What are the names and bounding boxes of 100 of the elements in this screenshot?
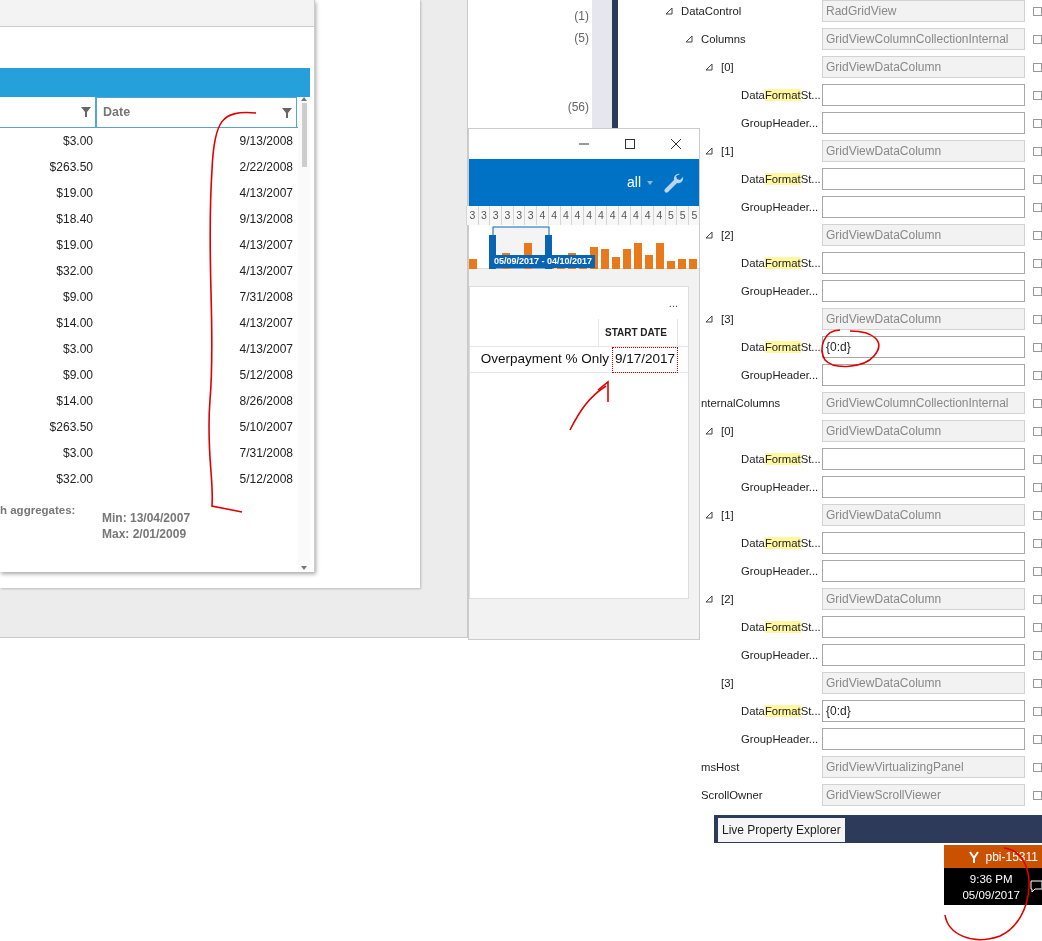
value-field[interactable] <box>822 252 1025 274</box>
value-field[interactable]: {0:d} <box>822 700 1025 722</box>
table-cell[interactable]: Overpayment % Only <box>477 346 612 373</box>
checkbox-icon[interactable] <box>1033 762 1042 772</box>
checkbox-icon[interactable] <box>1033 90 1042 100</box>
table-cell-text: 7/31/2008 <box>238 289 293 306</box>
checkbox-icon[interactable] <box>1033 678 1042 688</box>
scrollbar[interactable] <box>298 97 310 570</box>
checkbox-icon[interactable] <box>1033 314 1042 324</box>
expanded-icon[interactable] <box>705 595 713 603</box>
checkbox-icon[interactable] <box>1033 62 1042 72</box>
checkbox-icon[interactable] <box>1033 258 1042 268</box>
tick-label: 4 <box>617 206 630 225</box>
value-field: GridViewDataColumn <box>822 588 1025 610</box>
scroll-thumb[interactable] <box>301 103 307 167</box>
filter-dropdown[interactable]: all <box>627 172 653 193</box>
column-header[interactable]: START DATE <box>598 319 678 346</box>
notification-icon[interactable] <box>1030 880 1042 893</box>
property-name: GroupHeader... <box>741 563 819 579</box>
value-field[interactable] <box>822 364 1025 386</box>
expanded-icon[interactable] <box>705 315 713 323</box>
checkbox-icon[interactable] <box>1033 342 1042 352</box>
value-field[interactable] <box>822 168 1025 190</box>
table-cell-text: 8/26/2008 <box>238 393 293 410</box>
expanded-icon[interactable] <box>705 147 713 155</box>
tick-label: 4 <box>547 206 560 225</box>
wrench-icon[interactable] <box>663 171 685 194</box>
property-name: [0] <box>721 423 734 439</box>
checkbox-icon[interactable] <box>1033 398 1042 408</box>
value-field[interactable] <box>822 448 1025 470</box>
checkbox-icon[interactable] <box>1033 286 1042 296</box>
checkbox-icon[interactable] <box>1033 118 1042 128</box>
table-cell-text: 4/13/2007 <box>238 185 293 202</box>
value-field[interactable] <box>822 616 1025 638</box>
table-cell-text: $19.00 <box>55 237 93 254</box>
checkbox-icon[interactable] <box>1033 510 1042 520</box>
table-cell-text: $14.00 <box>55 393 93 410</box>
tick-label: 4 <box>629 206 642 225</box>
value-field[interactable] <box>822 84 1025 106</box>
filter-icon[interactable] <box>81 107 91 117</box>
value-field[interactable] <box>822 476 1025 498</box>
checkbox-icon[interactable] <box>1033 594 1042 604</box>
value-field[interactable] <box>822 644 1025 666</box>
value-field[interactable] <box>822 112 1025 134</box>
checkbox-icon[interactable] <box>1033 622 1042 632</box>
checkbox-icon[interactable] <box>1033 790 1042 800</box>
aggregate-value: Min: 13/04/2007 <box>102 510 191 526</box>
expanded-icon[interactable] <box>705 63 713 71</box>
value-field: GridViewVirtualizingPanel <box>822 756 1025 778</box>
table-cell-text: $3.00 <box>61 133 93 150</box>
panel-tab[interactable]: Live Property Explorer <box>718 818 845 842</box>
table-cell-text: $263.50 <box>48 159 93 176</box>
checkbox-icon[interactable] <box>1033 6 1042 16</box>
checkbox-icon[interactable] <box>1033 230 1042 240</box>
tick-label: 3 <box>489 206 502 225</box>
value-field[interactable] <box>822 196 1025 218</box>
checkbox-icon[interactable] <box>1033 650 1042 660</box>
property-name: DataFormatSt... <box>741 703 821 719</box>
checkbox-icon[interactable] <box>1033 454 1042 464</box>
table-cell-text: $32.00 <box>55 263 93 280</box>
checkbox-icon[interactable] <box>1033 146 1042 156</box>
checkbox-icon[interactable] <box>1033 566 1042 576</box>
value-field[interactable] <box>822 532 1025 554</box>
property-name: [1] <box>721 143 734 159</box>
table-cell-text: 4/13/2007 <box>238 263 293 280</box>
checkbox-icon[interactable] <box>1033 482 1042 492</box>
table-cell[interactable]: 9/17/2017 <box>611 346 678 373</box>
table-cell-text: $19.00 <box>55 185 93 202</box>
checkbox-icon[interactable] <box>1033 174 1042 184</box>
tick-label: 5 <box>688 206 699 225</box>
close-icon[interactable] <box>671 139 681 149</box>
value-field[interactable] <box>822 728 1025 750</box>
table-cell-text: 4/13/2007 <box>238 237 293 254</box>
scroll-down-icon[interactable] <box>301 566 307 570</box>
aggregate-value: Max: 2/01/2009 <box>102 526 188 542</box>
annotation-arrow <box>569 380 609 431</box>
expanded-icon[interactable] <box>685 35 693 43</box>
checkbox-icon[interactable] <box>1033 734 1042 744</box>
value-field: GridViewDataColumn <box>822 420 1025 442</box>
more-button[interactable]: ... <box>668 294 678 312</box>
property-name: GroupHeader... <box>741 283 819 299</box>
checkbox-icon[interactable] <box>1033 370 1042 380</box>
maximize-icon[interactable] <box>625 139 635 149</box>
checkbox-icon[interactable] <box>1033 202 1042 212</box>
expanded-icon[interactable] <box>705 231 713 239</box>
value-field[interactable] <box>822 560 1025 582</box>
property-name: [3] <box>721 675 734 691</box>
value-field[interactable]: {0:d} <box>822 336 1025 358</box>
value-field[interactable] <box>822 280 1025 302</box>
checkbox-icon[interactable] <box>1033 706 1042 716</box>
expanded-icon[interactable] <box>705 427 713 435</box>
caret-icon <box>647 180 653 185</box>
checkbox-icon[interactable] <box>1033 426 1042 436</box>
expanded-icon[interactable] <box>705 511 713 519</box>
checkbox-icon[interactable] <box>1033 34 1042 44</box>
checkbox-icon[interactable] <box>1033 538 1042 548</box>
clock[interactable]: 9:36 PM 05/09/2017 <box>962 870 1020 903</box>
expanded-icon[interactable] <box>665 7 673 15</box>
filter-icon[interactable] <box>282 107 292 118</box>
column-header[interactable]: Date <box>96 97 297 127</box>
